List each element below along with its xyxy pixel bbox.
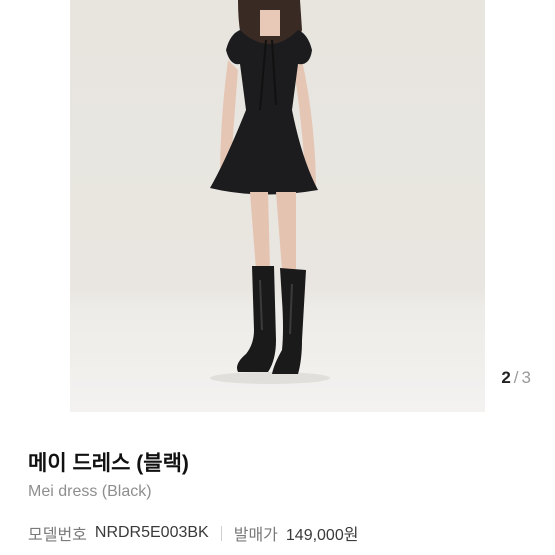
model-wearing-dress-image	[210, 0, 330, 384]
current-image-number: 2	[501, 368, 511, 387]
product-meta-row: 모델번호 NRDR5E003BK 발매가 149,000원	[28, 521, 358, 545]
product-image-gallery[interactable]: 2/3	[0, 0, 555, 414]
image-page-indicator: 2/3	[501, 368, 531, 388]
product-title: 메이 드레스 (블랙)	[28, 452, 189, 475]
meta-divider	[220, 525, 222, 541]
release-price-value: 149,000원	[285, 527, 359, 544]
product-subtitle: Mei dress (Black)	[28, 483, 152, 500]
model-number-value: NRDR5E003BK	[94, 524, 209, 541]
model-number-label: 모델번호	[28, 527, 87, 544]
indicator-separator: /	[513, 368, 519, 387]
total-image-count: 3	[521, 368, 531, 387]
product-photo[interactable]	[70, 0, 485, 412]
release-price-label: 발매가	[233, 527, 278, 544]
